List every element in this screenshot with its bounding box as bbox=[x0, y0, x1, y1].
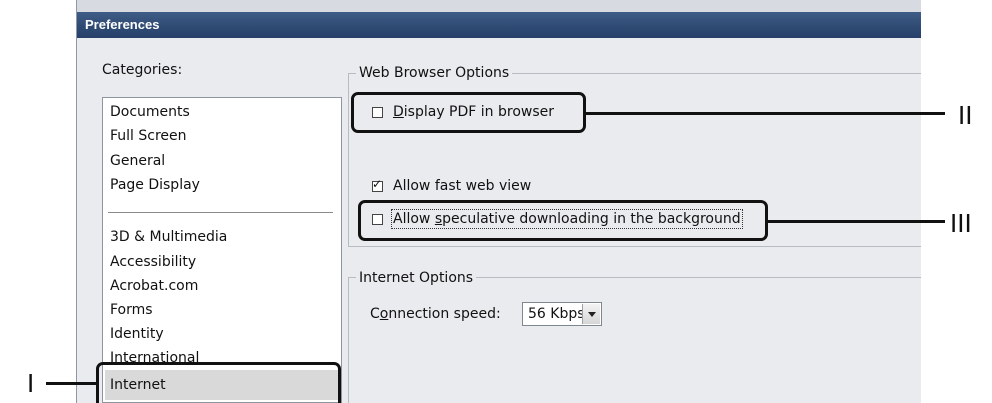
callout-label-one: I bbox=[27, 368, 35, 398]
category-item-identity[interactable]: Identity bbox=[110, 325, 164, 343]
callout-label-two: II bbox=[958, 100, 973, 130]
category-item-general[interactable]: General bbox=[110, 152, 165, 170]
connection-speed-select[interactable]: 56 Kbps bbox=[522, 302, 602, 326]
web-browser-options-title: Web Browser Options bbox=[356, 65, 513, 81]
category-item-forms[interactable]: Forms bbox=[110, 301, 153, 319]
callout-leader-two bbox=[585, 112, 945, 115]
connection-speed-value: 56 Kbps bbox=[528, 306, 585, 322]
callout-box-speculative bbox=[358, 200, 768, 241]
category-item-full-screen[interactable]: Full Screen bbox=[110, 127, 187, 145]
chevron-down-icon[interactable] bbox=[582, 304, 600, 324]
callout-leader-one bbox=[46, 382, 97, 385]
category-separator bbox=[108, 212, 333, 213]
connection-speed-prefix: C bbox=[370, 306, 380, 322]
callout-box-internet bbox=[96, 362, 341, 403]
callout-leader-three bbox=[767, 220, 945, 223]
category-item-3d-multimedia[interactable]: 3D & Multimedia bbox=[110, 228, 227, 246]
categories-list[interactable]: Documents Full Screen General Page Displ… bbox=[102, 97, 342, 403]
internet-options-title: Internet Options bbox=[356, 270, 477, 286]
category-item-accessibility[interactable]: Accessibility bbox=[110, 253, 196, 271]
fast-web-view-checkbox[interactable] bbox=[372, 177, 383, 192]
window-top-strip bbox=[77, 0, 921, 12]
connection-speed-label: Connection speed: bbox=[370, 306, 501, 322]
category-item-documents[interactable]: Documents bbox=[110, 103, 190, 121]
categories-label: Categories: bbox=[102, 62, 183, 78]
fast-web-view-label[interactable]: Allow fast web view bbox=[393, 178, 531, 194]
category-item-acrobat-com[interactable]: Acrobat.com bbox=[110, 277, 198, 295]
internet-options-group bbox=[348, 277, 921, 403]
callout-label-three: III bbox=[950, 208, 972, 238]
callout-box-display-pdf bbox=[351, 92, 586, 133]
category-item-page-display[interactable]: Page Display bbox=[110, 176, 200, 194]
dialog-title: Preferences bbox=[77, 12, 921, 38]
connection-speed-label-text: nnection speed: bbox=[388, 306, 501, 322]
